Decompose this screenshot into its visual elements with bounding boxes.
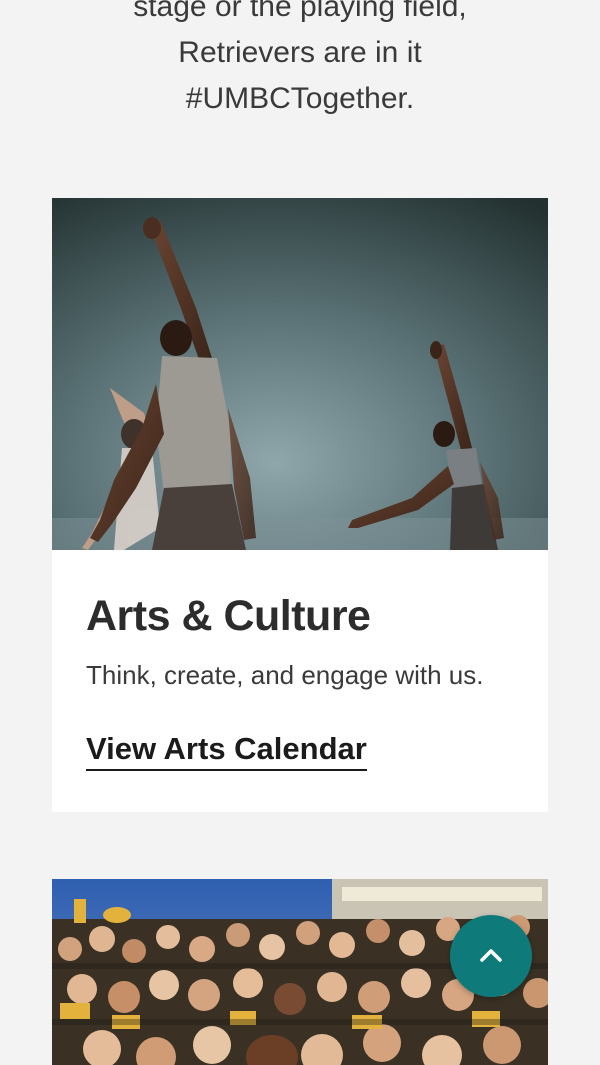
intro-line: stage or the playing field, [133, 0, 467, 23]
card-description: Think, create, and engage with us. [86, 660, 484, 690]
chevron-up-icon [476, 940, 506, 973]
arts-dancers-image [52, 198, 548, 550]
intro-text: stage or the playing field, Retrievers a… [60, 0, 540, 122]
arts-culture-card: Arts & Culture Think, create, and engage… [52, 198, 548, 812]
intro-line: #UMBCTogether. [185, 82, 415, 115]
view-arts-calendar-link[interactable]: View Arts Calendar [86, 730, 367, 771]
page: stage or the playing field, Retrievers a… [0, 0, 600, 1065]
back-to-top-button[interactable] [450, 915, 532, 997]
arts-card-body: Arts & Culture Think, create, and engage… [52, 550, 548, 771]
card-title: Arts & Culture [86, 592, 371, 640]
intro-line: Retrievers are in it [178, 36, 422, 69]
